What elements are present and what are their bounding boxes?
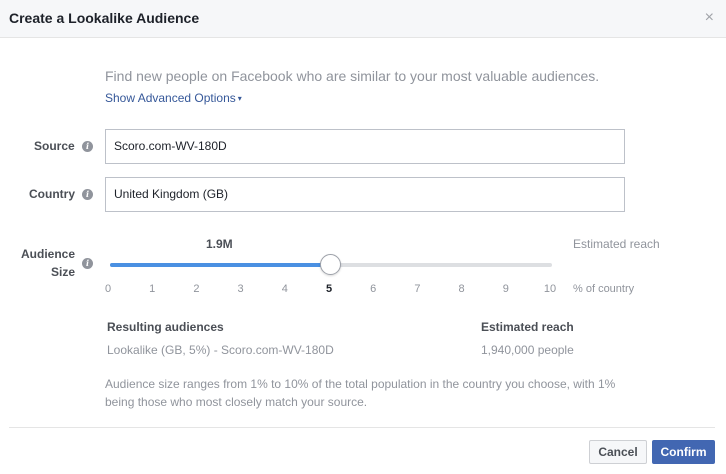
dialog-header: Create a Lookalike Audience × bbox=[0, 0, 726, 38]
source-info-icon[interactable]: i bbox=[82, 141, 93, 152]
estimated-reach-label: Estimated reach bbox=[573, 237, 660, 251]
source-label: Source bbox=[34, 139, 75, 153]
advanced-link-label: Show Advanced Options bbox=[105, 91, 236, 105]
slider-tick-8[interactable]: 8 bbox=[452, 283, 472, 295]
resulting-audiences-header: Resulting audiences bbox=[107, 320, 224, 334]
lookalike-dialog: Create a Lookalike Audience × Find new p… bbox=[0, 0, 726, 474]
audience-size-note: Audience size ranges from 1% to 10% of t… bbox=[105, 377, 616, 409]
audience-size-slider-handle[interactable] bbox=[320, 254, 341, 275]
confirm-button[interactable]: Confirm bbox=[652, 440, 715, 464]
slider-tick-2[interactable]: 2 bbox=[186, 283, 206, 295]
slider-tick-6[interactable]: 6 bbox=[363, 283, 383, 295]
slider-tick-4[interactable]: 4 bbox=[275, 283, 295, 295]
slider-tick-9[interactable]: 9 bbox=[496, 283, 516, 295]
slider-tick-1[interactable]: 1 bbox=[142, 283, 162, 295]
show-advanced-options-link[interactable]: Show Advanced Options ▾ bbox=[105, 91, 242, 105]
audience-size-slider-fill bbox=[110, 263, 331, 267]
slider-tick-0[interactable]: 0 bbox=[98, 283, 118, 295]
slider-tick-5[interactable]: 5 bbox=[319, 283, 339, 295]
source-input[interactable]: Scoro.com-WV-180D bbox=[105, 129, 625, 164]
percent-of-country-label: % of country bbox=[573, 283, 635, 295]
slider-tick-7[interactable]: 7 bbox=[407, 283, 427, 295]
country-info-icon[interactable]: i bbox=[82, 189, 93, 200]
slider-tick-10[interactable]: 10 bbox=[540, 283, 560, 295]
intro-text: Find new people on Facebook who are simi… bbox=[105, 68, 600, 84]
country-input[interactable]: United Kingdom (GB) bbox=[105, 177, 625, 212]
resulting-audience-value: Lookalike (GB, 5%) - Scoro.com-WV-180D bbox=[107, 343, 334, 357]
estimated-reach-header: Estimated reach bbox=[481, 320, 574, 334]
slider-tick-3[interactable]: 3 bbox=[231, 283, 251, 295]
caret-down-icon: ▾ bbox=[237, 94, 242, 104]
audience-size-label-line1: Audience bbox=[21, 247, 76, 261]
audience-size-label-line2: Size bbox=[51, 265, 76, 279]
dialog-title: Create a Lookalike Audience bbox=[9, 10, 200, 26]
close-icon[interactable]: × bbox=[705, 9, 714, 27]
slider-reach-value: 1.9M bbox=[206, 237, 233, 251]
estimated-reach-value: 1,940,000 people bbox=[481, 343, 574, 357]
audience-size-info-icon[interactable]: i bbox=[82, 258, 93, 269]
footer-divider bbox=[9, 427, 715, 428]
country-label: Country bbox=[29, 187, 75, 201]
cancel-button[interactable]: Cancel bbox=[589, 440, 647, 464]
